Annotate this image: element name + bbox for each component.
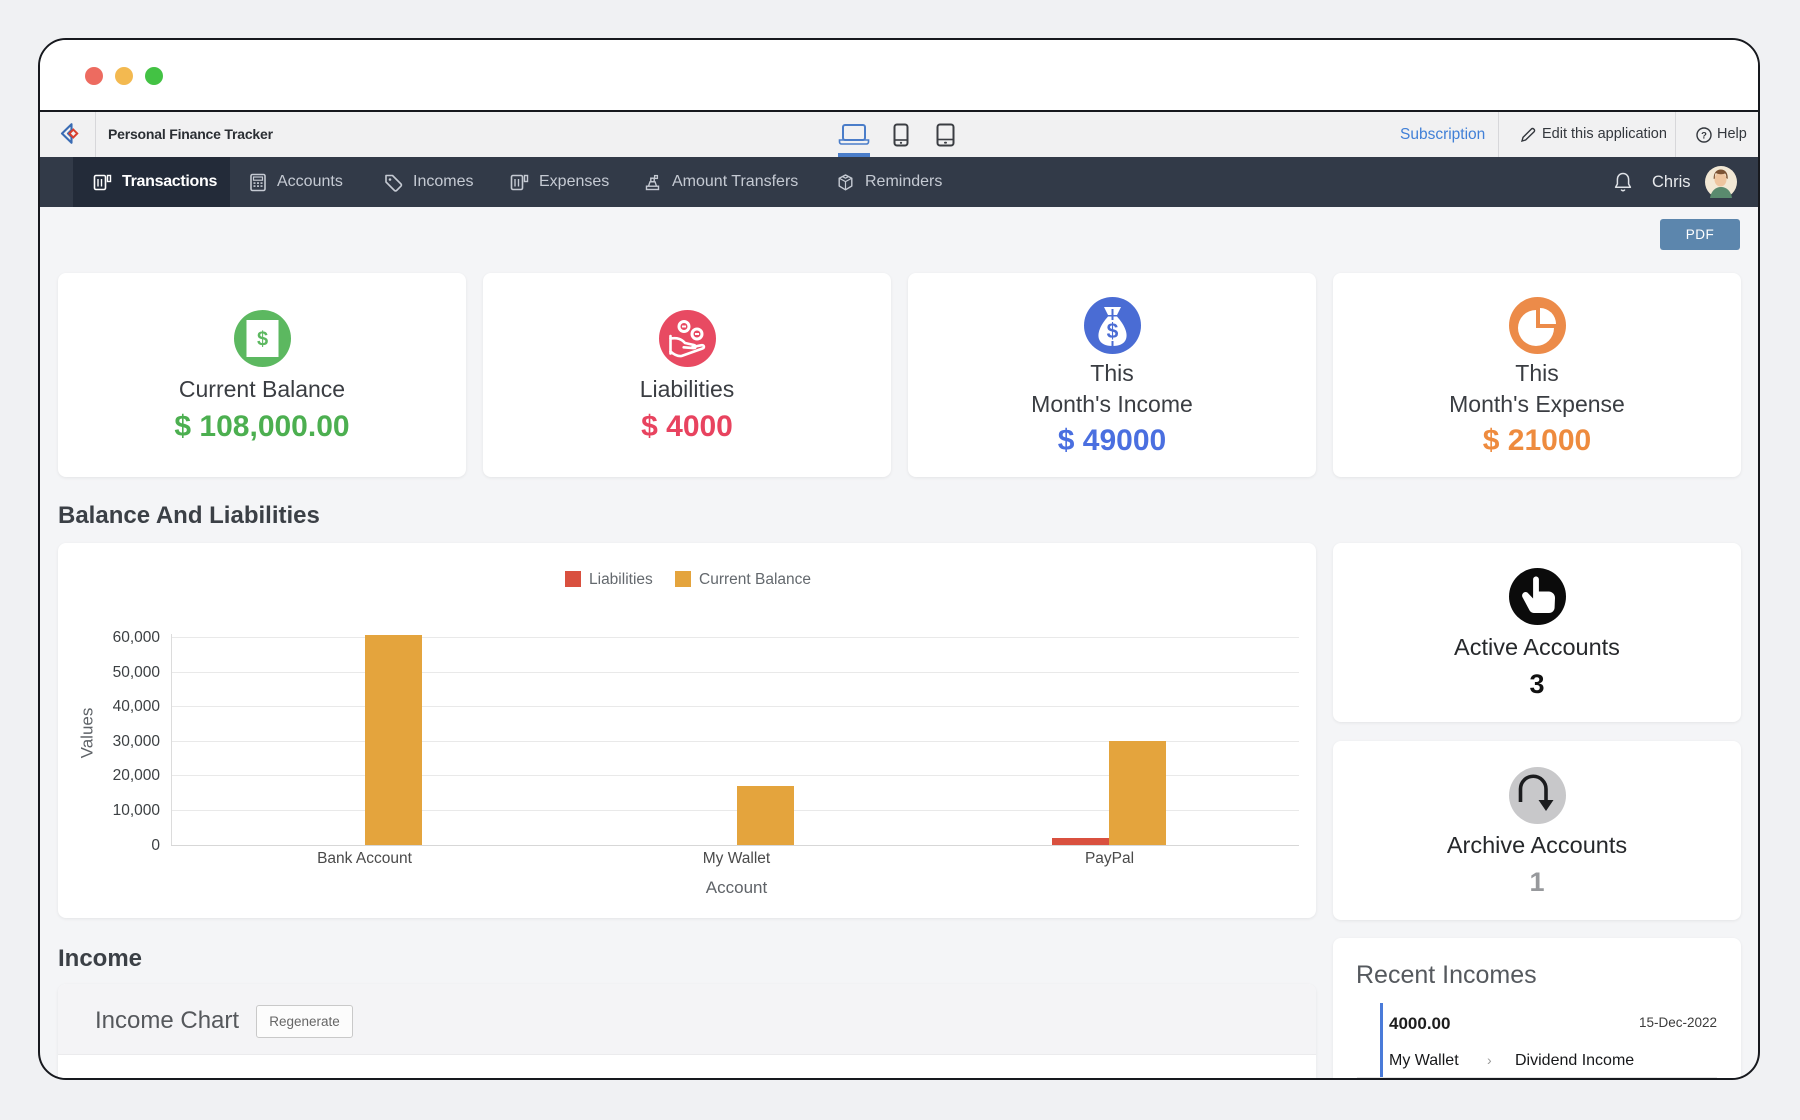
svg-text:$: $ <box>1106 320 1118 343</box>
svg-text:$: $ <box>256 328 267 350</box>
svg-text:?: ? <box>1701 130 1707 141</box>
